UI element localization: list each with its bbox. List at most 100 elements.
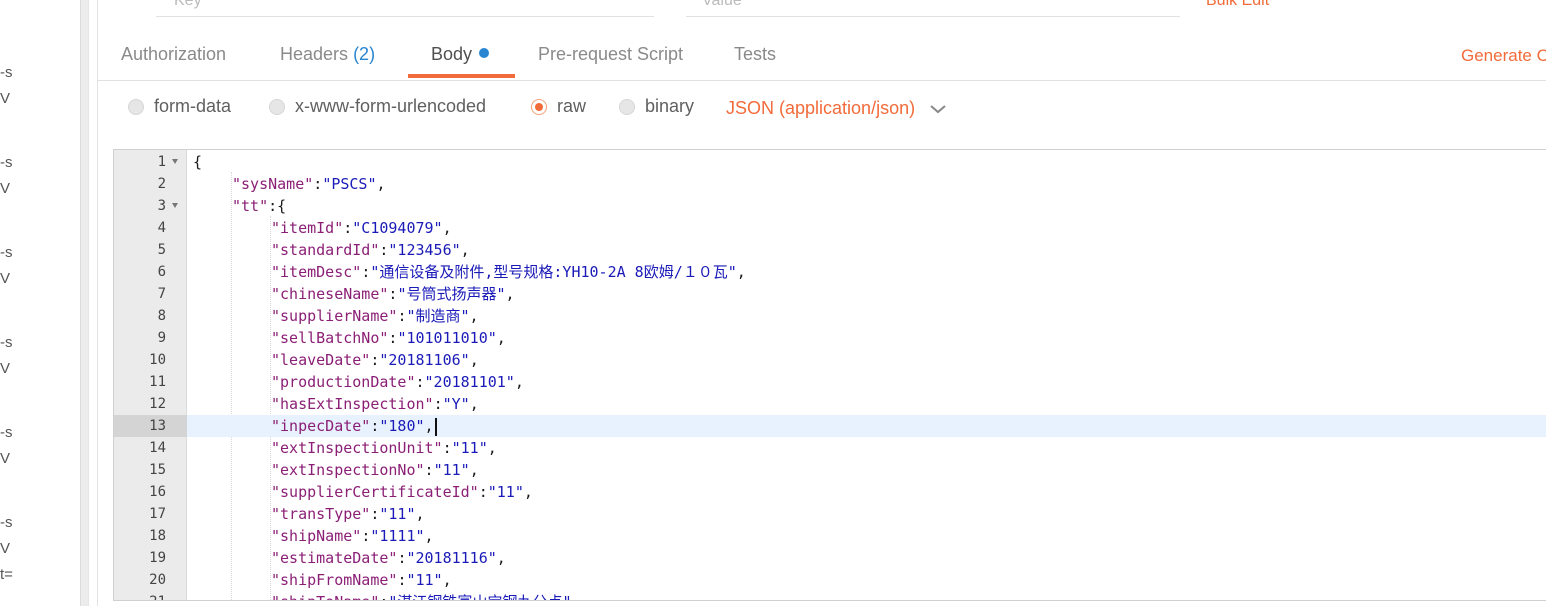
panel-resize-handle[interactable] — [80, 0, 89, 606]
json-punctuation: : — [313, 175, 323, 193]
tab-label: Authorization — [121, 44, 227, 64]
raw-body-editor[interactable]: 123456789101112131415161718192021 {"sysN… — [113, 149, 1546, 601]
tab-authorization[interactable]: Authorization — [121, 44, 226, 80]
json-punctuation: : — [478, 483, 488, 501]
tab-headers[interactable]: Headers (2) — [280, 44, 375, 80]
clipped-text-fragment: -s — [0, 64, 13, 81]
line-number: 16 — [114, 481, 187, 503]
code-line[interactable]: "inpecDate":"180", — [187, 415, 1546, 437]
chevron-down-icon — [930, 104, 946, 113]
code-line[interactable]: { — [187, 151, 1546, 173]
json-punctuation: , — [469, 461, 479, 479]
modified-dot-icon — [479, 48, 490, 59]
radio-circle-icon — [619, 98, 635, 115]
line-number: 13 — [114, 415, 187, 437]
code-line[interactable]: "standardId":"123456", — [187, 239, 1546, 261]
code-line[interactable]: "tt":{ — [187, 195, 1546, 217]
code-area[interactable]: {"sysName":"PSCS", "tt":{"itemId":"C10940… — [187, 150, 1546, 600]
key-input-placeholder[interactable]: Key — [174, 0, 202, 10]
json-key: "shipFromName" — [271, 571, 398, 589]
tab-label: Tests — [734, 44, 777, 64]
code-line[interactable]: "sellBatchNo":"101011010", — [187, 327, 1546, 349]
clipped-text-fragment: V — [0, 360, 11, 377]
line-number-gutter: 123456789101112131415161718192021 — [114, 150, 187, 600]
clipped-text-fragment: V — [0, 90, 11, 107]
json-key: "transType" — [271, 505, 371, 523]
code-line[interactable]: "productionDate":"20181101", — [187, 371, 1546, 393]
json-string: "20181101" — [424, 373, 515, 391]
json-string: "20181116" — [406, 549, 497, 567]
radio-binary[interactable]: binary — [619, 96, 694, 117]
clipped-text-fragment: V — [0, 270, 11, 287]
line-number-text: 3 — [157, 198, 166, 214]
tab-label: Pre-request Script — [538, 44, 684, 64]
code-line[interactable]: "supplierName":"制造商", — [187, 305, 1546, 327]
line-number: 12 — [114, 393, 187, 415]
line-number-text: 20 — [149, 572, 166, 588]
json-punctuation: , — [496, 549, 506, 567]
json-punctuation: , — [424, 417, 434, 435]
json-key: "sysName" — [232, 175, 314, 193]
json-string: "PSCS" — [322, 175, 377, 193]
fold-arrow-icon[interactable] — [172, 159, 178, 164]
tab-label: Headers — [280, 44, 349, 64]
line-number: 20 — [114, 569, 187, 591]
code-line[interactable]: "shipName":"1111", — [187, 525, 1546, 547]
code-line[interactable]: "hasExtInspection":"Y", — [187, 393, 1546, 415]
json-punctuation: , — [442, 219, 452, 237]
json-string: "号筒式扬声器" — [397, 285, 506, 303]
tab-pre-request-script[interactable]: Pre-request Script — [538, 44, 683, 80]
json-punctuation: : — [361, 527, 371, 545]
json-punctuation: , — [571, 593, 580, 600]
body-type-selector: form-data x-www-form-urlencoded raw bina… — [98, 90, 1546, 130]
value-input-underline — [686, 16, 1180, 17]
json-punctuation: , — [514, 373, 524, 391]
code-line[interactable]: "shipToName":"湛江钢铁富山宝钢九分点", — [187, 591, 1546, 600]
radio-form-data[interactable]: form-data — [128, 96, 231, 117]
line-number-text: 16 — [149, 484, 166, 500]
line-number-text: 4 — [157, 220, 166, 236]
line-number: 11 — [114, 371, 187, 393]
json-key: "shipToName" — [271, 593, 379, 600]
code-line[interactable]: "transType":"11", — [187, 503, 1546, 525]
code-line[interactable]: "supplierCertificateId":"11", — [187, 481, 1546, 503]
json-string: "101011010" — [397, 329, 497, 347]
content-type-dropdown[interactable]: JSON (application/json) — [726, 98, 947, 119]
json-string: "180" — [379, 417, 425, 435]
json-string: "11" — [379, 505, 416, 523]
value-input-placeholder[interactable]: Value — [702, 0, 742, 10]
json-key: "extInspectionUnit" — [271, 439, 443, 457]
line-number: 18 — [114, 525, 187, 547]
code-line[interactable]: "itemDesc":"通信设备及附件,型号规格:YH10-2A 8欧姆/１０瓦… — [187, 261, 1546, 283]
code-line[interactable]: "extInspectionUnit":"11", — [187, 437, 1546, 459]
json-punctuation: : — [442, 439, 452, 457]
generate-code-link[interactable]: Generate Code — [1461, 46, 1546, 66]
fold-arrow-icon[interactable] — [172, 203, 178, 208]
json-punctuation: , — [469, 307, 479, 325]
active-tab-indicator — [408, 74, 515, 78]
tab-tests[interactable]: Tests — [734, 44, 776, 80]
json-punctuation: , — [415, 505, 425, 523]
code-line[interactable]: "itemId":"C1094079", — [187, 217, 1546, 239]
line-number: 7 — [114, 283, 187, 305]
line-number: 6 — [114, 261, 187, 283]
code-line[interactable]: "shipFromName":"11", — [187, 569, 1546, 591]
bulk-edit-link[interactable]: Bulk Edit — [1206, 0, 1269, 10]
code-line[interactable]: "sysName":"PSCS", — [187, 173, 1546, 195]
json-string: "1111" — [370, 527, 425, 545]
radio-raw[interactable]: raw — [531, 96, 586, 117]
line-number-text: 8 — [157, 308, 166, 324]
line-number-text: 13 — [149, 418, 166, 434]
radio-x-www-form-urlencoded[interactable]: x-www-form-urlencoded — [269, 96, 486, 117]
json-punctuation: , — [424, 527, 434, 545]
json-string: "20181106" — [379, 351, 470, 369]
code-line[interactable]: "chineseName":"号筒式扬声器", — [187, 283, 1546, 305]
json-punctuation: : — [433, 395, 443, 413]
line-number-text: 7 — [157, 286, 166, 302]
json-key: "estimateDate" — [271, 549, 398, 567]
code-line[interactable]: "estimateDate":"20181116", — [187, 547, 1546, 569]
line-number: 14 — [114, 437, 187, 459]
code-line[interactable]: "leaveDate":"20181106", — [187, 349, 1546, 371]
code-line[interactable]: "extInspectionNo":"11", — [187, 459, 1546, 481]
line-number: 8 — [114, 305, 187, 327]
